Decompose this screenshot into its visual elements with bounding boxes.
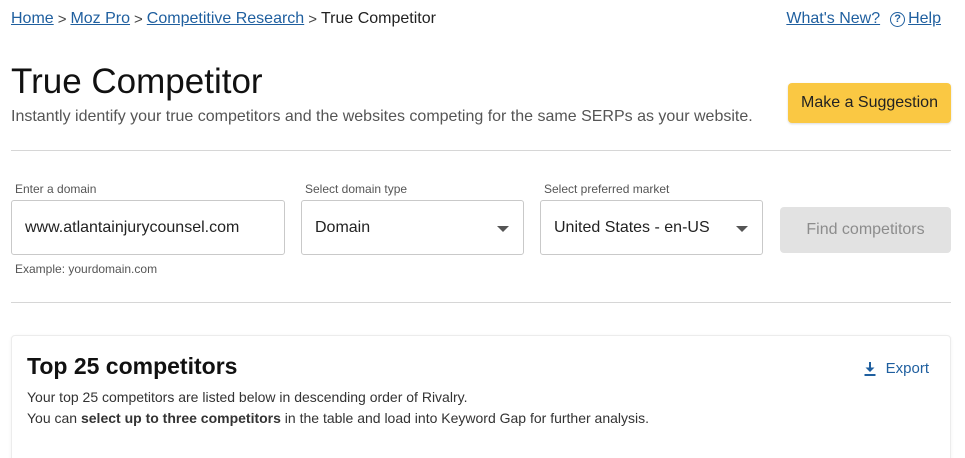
page-subtitle: Instantly identify your true competitors…: [11, 108, 753, 125]
download-icon[interactable]: [864, 361, 876, 376]
help-link[interactable]: Help: [908, 10, 941, 28]
help-link-group[interactable]: ? Help: [890, 10, 941, 28]
breadcrumb-current: True Competitor: [320, 10, 436, 27]
market-label: Select preferred market: [544, 182, 670, 196]
market-value: United States - en-US: [554, 218, 710, 236]
instruction-emphasis: select up to three competitors: [80, 410, 281, 426]
top-bar: Home > Moz Pro > Competitive Research > …: [11, 10, 941, 30]
results-description: Your top 25 competitors are listed below…: [27, 389, 468, 405]
divider: [11, 302, 951, 303]
results-title: Top 25 competitors: [27, 353, 238, 379]
top-links: What's New? ? Help: [786, 10, 941, 28]
breadcrumb-separator: >: [57, 10, 67, 28]
page-title: True Competitor: [11, 62, 263, 101]
breadcrumb-competitive-research-link[interactable]: Competitive Research: [147, 10, 304, 28]
results-instruction: You can select up to three competitors i…: [27, 410, 649, 426]
export-button[interactable]: Export: [864, 360, 929, 377]
caret-down-icon: [497, 226, 509, 232]
export-label[interactable]: Export: [886, 360, 929, 377]
instruction-prefix: You can: [27, 410, 81, 426]
breadcrumb-separator: >: [308, 10, 317, 28]
domain-input[interactable]: [25, 218, 284, 237]
help-circle-icon[interactable]: ?: [890, 11, 906, 27]
domain-hint: Example: yourdomain.com: [15, 262, 158, 276]
whats-new-link[interactable]: What's New?: [786, 10, 880, 28]
breadcrumb-separator: >: [134, 10, 143, 28]
breadcrumb-moz-pro-link[interactable]: Moz Pro: [70, 10, 130, 28]
instruction-suffix: in the table and load into Keyword Gap f…: [280, 410, 650, 426]
domain-field-label: Enter a domain: [15, 182, 97, 196]
domain-type-label: Select domain type: [305, 182, 408, 196]
caret-down-icon: [736, 226, 748, 232]
market-select[interactable]: United States - en-US: [540, 200, 763, 255]
results-card: Top 25 competitors Export Your top 25 co…: [11, 335, 951, 458]
make-suggestion-button[interactable]: Make a Suggestion: [788, 83, 951, 123]
divider: [11, 150, 951, 151]
find-competitors-button[interactable]: Find competitors: [780, 207, 951, 253]
domain-type-select[interactable]: Domain: [301, 200, 524, 255]
breadcrumb: Home > Moz Pro > Competitive Research > …: [11, 10, 436, 28]
breadcrumb-home-link[interactable]: Home: [11, 10, 54, 28]
domain-field[interactable]: [11, 200, 285, 255]
domain-type-value: Domain: [315, 218, 371, 236]
